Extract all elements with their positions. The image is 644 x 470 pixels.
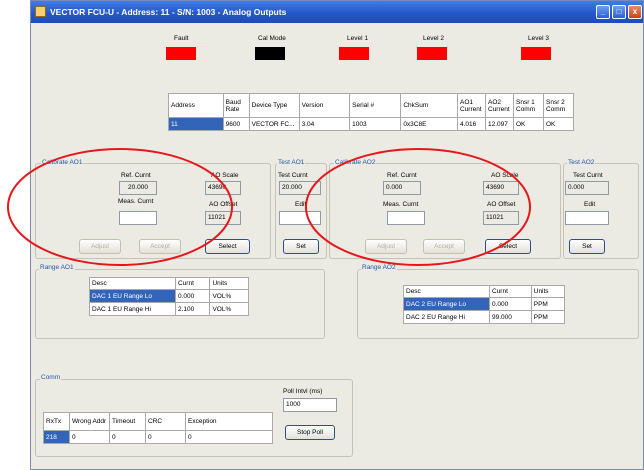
annotation-overlay bbox=[7, 148, 531, 266]
annotation-ellipse-ao1 bbox=[7, 148, 233, 266]
annotation-ellipse-ao2 bbox=[305, 148, 531, 266]
